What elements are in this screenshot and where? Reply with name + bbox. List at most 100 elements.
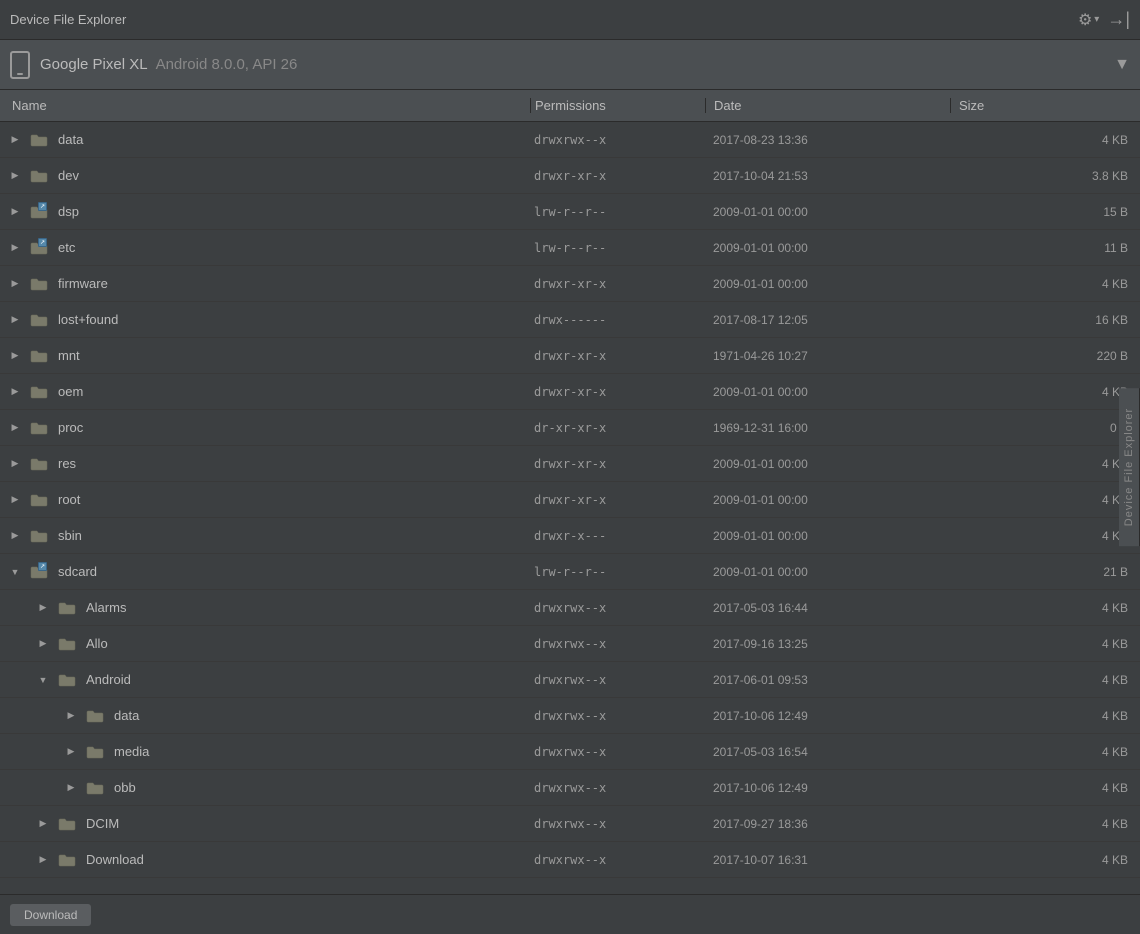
expand-arrow-icon[interactable]: ▶ (64, 746, 78, 757)
expand-arrow-icon[interactable]: ▶ (64, 710, 78, 721)
expand-arrow-icon[interactable]: ▼ (36, 675, 50, 685)
file-name-text: dsp (58, 204, 79, 219)
cell-size: 4 KB (950, 673, 1140, 687)
table-row[interactable]: ▶ Allodrwxrwx--x2017-09-16 13:254 KB (0, 626, 1140, 662)
table-row[interactable]: ▶ devdrwxr-xr-x2017-10-04 21:533.8 KB (0, 158, 1140, 194)
expand-arrow-icon[interactable]: ▶ (36, 602, 50, 613)
cell-date: 2017-10-07 16:31 (705, 853, 950, 867)
expand-arrow-icon[interactable]: ▶ (8, 134, 22, 145)
cell-size: 4 KB (950, 817, 1140, 831)
file-name-text: etc (58, 240, 75, 255)
expand-arrow-icon[interactable]: ▶ (36, 854, 50, 865)
file-name-text: res (58, 456, 76, 471)
cell-permissions: drwx------ (530, 313, 705, 327)
expand-arrow-icon[interactable]: ▶ (36, 638, 50, 649)
cell-size: 11 B (950, 241, 1140, 255)
file-name-text: Download (86, 852, 144, 867)
cell-date: 2009-01-01 00:00 (705, 457, 950, 471)
cell-size: 4 KB (950, 601, 1140, 615)
cell-permissions: drwxrwx--x (530, 133, 705, 147)
expand-arrow-icon[interactable]: ▶ (8, 314, 22, 325)
expand-arrow-icon[interactable]: ▶ (8, 350, 22, 361)
cell-permissions: lrw-r--r-- (530, 565, 705, 579)
expand-arrow-icon[interactable]: ▶ (8, 206, 22, 217)
table-row[interactable]: ▼ ↗sdcardlrw-r--r--2009-01-01 00:0021 B (0, 554, 1140, 590)
cell-name: ▶ Download (0, 852, 530, 867)
cell-permissions: drwxr-xr-x (530, 349, 705, 363)
cell-date: 2017-09-27 18:36 (705, 817, 950, 831)
cell-size: 4 KB (950, 133, 1140, 147)
expand-arrow-icon[interactable]: ▶ (8, 530, 22, 541)
cell-size: 4 KB (950, 457, 1140, 471)
table-row[interactable]: ▶ Alarmsdrwxrwx--x2017-05-03 16:444 KB (0, 590, 1140, 626)
file-name-text: data (58, 132, 83, 147)
table-row[interactable]: ▶ firmwaredrwxr-xr-x2009-01-01 00:004 KB (0, 266, 1140, 302)
device-dropdown-arrow[interactable]: ▼ (1114, 56, 1130, 74)
folder-icon (30, 349, 48, 363)
table-row[interactable]: ▶ Downloaddrwxrwx--x2017-10-07 16:314 KB (0, 842, 1140, 878)
cell-permissions: drwxrwx--x (530, 853, 705, 867)
cell-permissions: drwxrwx--x (530, 601, 705, 615)
cell-name: ▶ sbin (0, 528, 530, 543)
cell-date: 2017-08-17 12:05 (705, 313, 950, 327)
table-row[interactable]: ▼ Androiddrwxrwx--x2017-06-01 09:534 KB (0, 662, 1140, 698)
file-name-text: media (114, 744, 149, 759)
table-row[interactable]: ▶ DCIMdrwxrwx--x2017-09-27 18:364 KB (0, 806, 1140, 842)
header-name: Name (0, 98, 530, 113)
expand-arrow-icon[interactable]: ▶ (8, 422, 22, 433)
cell-size: 4 KB (950, 853, 1140, 867)
cell-date: 1969-12-31 16:00 (705, 421, 950, 435)
table-row[interactable]: ▶ procdr-xr-xr-x1969-12-31 16:000 B (0, 410, 1140, 446)
expand-arrow-icon[interactable]: ▶ (8, 278, 22, 289)
folder-icon (30, 421, 48, 435)
cell-name: ▶ DCIM (0, 816, 530, 831)
table-row[interactable]: ▶ mntdrwxr-xr-x1971-04-26 10:27220 B (0, 338, 1140, 374)
app-title: Device File Explorer (10, 12, 126, 27)
table-row[interactable]: ▶ sbindrwxr-x---2009-01-01 00:004 KB (0, 518, 1140, 554)
table-row[interactable]: ▶ ↗dsplrw-r--r--2009-01-01 00:0015 B (0, 194, 1140, 230)
cell-name: ▶ dev (0, 168, 530, 183)
cell-permissions: drwxr-xr-x (530, 169, 705, 183)
cell-permissions: drwxr-xr-x (530, 277, 705, 291)
file-name-text: proc (58, 420, 83, 435)
expand-arrow-icon[interactable]: ▶ (8, 386, 22, 397)
folder-icon: ↗ (30, 565, 48, 579)
folder-icon (30, 457, 48, 471)
folder-icon (30, 277, 48, 291)
table-row[interactable]: ▶ resdrwxr-xr-x2009-01-01 00:004 KB (0, 446, 1140, 482)
table-row[interactable]: ▶ oemdrwxr-xr-x2009-01-01 00:004 KB (0, 374, 1140, 410)
expand-arrow-icon[interactable]: ▶ (8, 242, 22, 253)
table-row[interactable]: ▶ rootdrwxr-xr-x2009-01-01 00:004 KB (0, 482, 1140, 518)
folder-icon (58, 637, 76, 651)
table-row[interactable]: ▶ lost+founddrwx------2017-08-17 12:0516… (0, 302, 1140, 338)
cell-permissions: drwxr-xr-x (530, 493, 705, 507)
folder-icon (58, 817, 76, 831)
symlink-badge: ↗ (38, 202, 47, 211)
folder-icon (30, 133, 48, 147)
cell-name: ▶ Alarms (0, 600, 530, 615)
table-row[interactable]: ▶ mediadrwxrwx--x2017-05-03 16:544 KB (0, 734, 1140, 770)
expand-arrow-icon[interactable]: ▶ (36, 818, 50, 829)
file-name-text: Allo (86, 636, 108, 651)
table-row[interactable]: ▶ datadrwxrwx--x2017-08-23 13:364 KB (0, 122, 1140, 158)
expand-arrow-icon[interactable]: ▼ (8, 567, 22, 577)
settings-button[interactable]: ⚙ ▾ (1078, 10, 1099, 30)
close-button[interactable]: →| (1107, 9, 1130, 30)
expand-arrow-icon[interactable]: ▶ (64, 782, 78, 793)
file-name-text: obb (114, 780, 136, 795)
cell-name: ▶ media (0, 744, 530, 759)
expand-arrow-icon[interactable]: ▶ (8, 458, 22, 469)
table-row[interactable]: ▶ obbdrwxrwx--x2017-10-06 12:494 KB (0, 770, 1140, 806)
download-button[interactable]: Download (10, 904, 91, 926)
cell-permissions: drwxrwx--x (530, 817, 705, 831)
expand-arrow-icon[interactable]: ▶ (8, 494, 22, 505)
file-name-text: Android (86, 672, 131, 687)
cell-size: 21 B (950, 565, 1140, 579)
table-row[interactable]: ▶ datadrwxrwx--x2017-10-06 12:494 KB (0, 698, 1140, 734)
folder-icon (58, 601, 76, 615)
table-row[interactable]: ▶ ↗etclrw-r--r--2009-01-01 00:0011 B (0, 230, 1140, 266)
table-header: Name Permissions Date Size (0, 90, 1140, 122)
bottom-bar: Download (0, 894, 1140, 934)
cell-name: ▶ obb (0, 780, 530, 795)
expand-arrow-icon[interactable]: ▶ (8, 170, 22, 181)
